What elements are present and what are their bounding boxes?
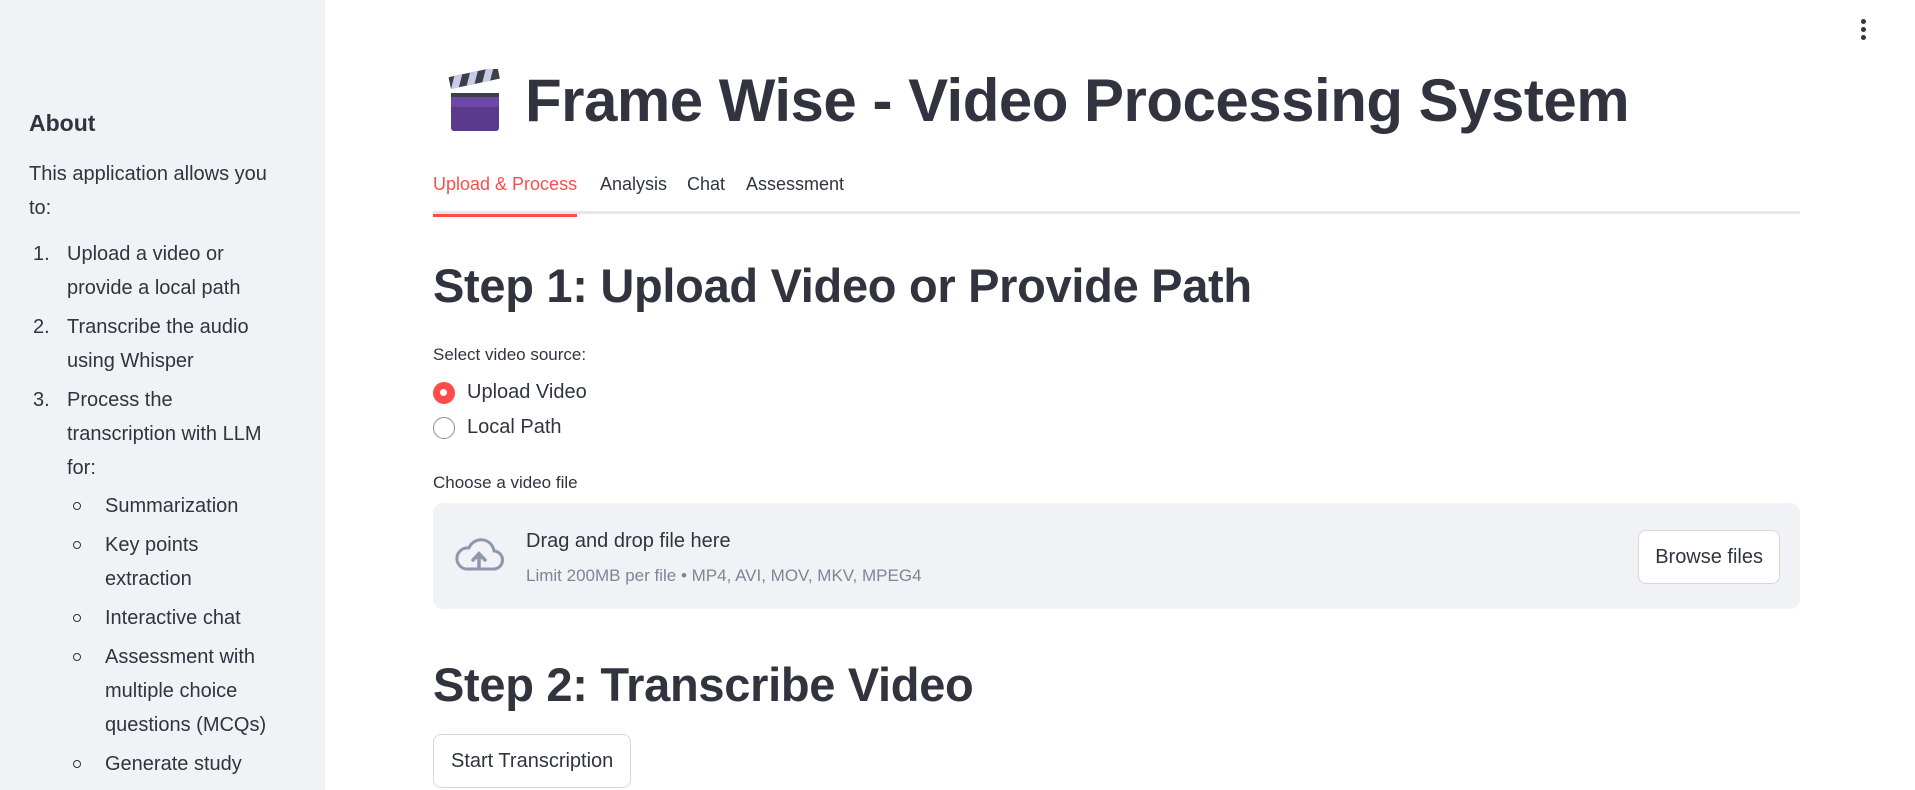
tab-upload-process[interactable]: Upload & Process [433,174,578,217]
radio-label: Upload Video [467,381,587,403]
sub-item-label: Key points extraction [105,534,199,590]
tab-assessment[interactable]: Assessment [746,174,844,214]
sub-item-key-points: Key points extraction [67,528,284,596]
feature-item-label: Process the transcription with LLM for: [67,389,262,479]
bullet-icon [73,760,81,768]
sub-item-chat: Interactive chat [67,601,284,635]
sidebar: About This application allows you to: 1.… [0,0,325,790]
sidebar-intro: This application allows you to: [29,163,267,219]
list-number: 1. [33,243,50,265]
sub-item-assessment: Assessment with multiple choice question… [67,640,284,742]
kebab-menu-icon [1860,18,1866,24]
sub-item-label: Assessment with multiple choice question… [105,646,267,736]
sub-item-summarization: Summarization [67,489,284,523]
tab-chat[interactable]: Chat [687,174,725,214]
start-transcription-button[interactable]: Start Transcription [433,734,632,788]
list-number: 2. [33,316,50,338]
tab-analysis[interactable]: Analysis [600,174,667,214]
feature-item-process: 3. Process the transcription with LLM fo… [29,383,284,781]
file-uploader-label: Choose a video file [433,473,578,492]
file-dropzone[interactable]: Drag and drop file here Limit 200MB per … [433,503,1800,609]
step1-heading: Step 1: Upload Video or Provide Path [433,259,1252,312]
feature-sublist: Summarization Key points extraction Inte… [67,489,284,781]
tab-bar: Upload & Process Analysis Chat Assessmen… [433,170,1800,217]
radio-upload-video[interactable]: Upload Video [433,381,587,404]
dropzone-limits: Limit 200MB per file • MP4, AVI, MOV, MK… [526,566,922,585]
feature-item-label: Transcribe the audio using Whisper [67,316,249,372]
sub-item-study: Generate study [67,747,284,781]
step2-heading: Step 2: Transcribe Video [433,658,974,711]
title-row: Frame Wise - Video Processing System [447,66,1630,135]
browse-files-button[interactable]: Browse files [1638,530,1780,584]
video-source-label: Select video source: [433,345,587,364]
radio-checked-icon [433,381,455,404]
cloud-upload-icon [455,538,504,571]
feature-item-transcribe: 2. Transcribe the audio using Whisper [29,310,284,378]
list-number: 3. [33,389,50,411]
clapper-board-icon [448,68,500,131]
bullet-icon [73,541,81,549]
feature-item-label: Upload a video or provide a local path [67,243,241,299]
sub-item-label: Interactive chat [105,607,241,629]
feature-item-upload: 1. Upload a video or provide a local pat… [29,237,284,305]
bullet-icon [73,614,81,622]
sub-item-label: Generate study [105,753,242,775]
kebab-dot [1860,34,1866,40]
bullet-icon [73,502,81,510]
page-title: Frame Wise - Video Processing System [525,67,1630,134]
sidebar-title: About [29,110,96,136]
sidebar-content: About This application allows you to: 1.… [29,110,284,786]
radio-local-path[interactable]: Local Path [433,416,562,439]
dropzone-title: Drag and drop file here [526,530,731,552]
radio-label: Local Path [467,416,562,438]
bullet-icon [73,653,81,661]
kebab-dot [1860,26,1866,32]
sub-item-label: Summarization [105,495,239,517]
main-menu-button[interactable] [1850,14,1876,44]
radio-unchecked-icon [433,416,455,439]
feature-list: 1. Upload a video or provide a local pat… [29,237,284,781]
